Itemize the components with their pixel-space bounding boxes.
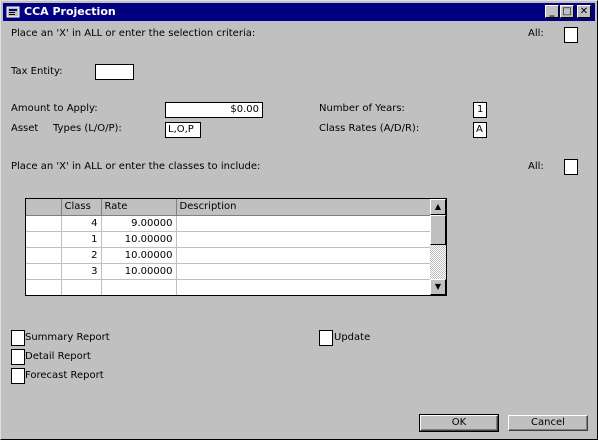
- asset-types-label: Types (L/O/P):: [53, 123, 122, 134]
- maximize-button[interactable]: □: [560, 5, 574, 18]
- amount-field[interactable]: $0.00: [165, 102, 263, 118]
- window-title: CCA Projection: [24, 5, 116, 18]
- classes-all-label: All:: [528, 161, 544, 172]
- arrow-up-icon: ▲: [434, 202, 442, 211]
- row-selector[interactable]: [26, 279, 62, 295]
- ok-button[interactable]: OK: [419, 414, 499, 432]
- row-selector[interactable]: [26, 263, 62, 280]
- class-cell[interactable]: 1: [61, 231, 102, 248]
- class-rates-label: Class Rates (A/D/R):: [319, 123, 420, 134]
- minimize-button[interactable]: _: [545, 5, 559, 18]
- class-column-header[interactable]: Class: [61, 199, 102, 216]
- forecast-report-label[interactable]: Forecast Report: [25, 370, 104, 381]
- years-field[interactable]: 1: [473, 102, 487, 118]
- table-row[interactable]: 3 10.00000: [26, 263, 431, 280]
- table-row[interactable]: 2 10.00000: [26, 247, 431, 264]
- asset-types-field[interactable]: L,O,P: [165, 122, 201, 138]
- table-row[interactable]: 4 9.00000: [26, 215, 431, 232]
- grid-vertical-scrollbar[interactable]: ▲ ▼: [430, 199, 446, 295]
- years-label: Number of Years:: [319, 103, 405, 114]
- class-rates-field[interactable]: A: [473, 122, 487, 138]
- detail-report-label[interactable]: Detail Report: [25, 351, 91, 362]
- app-icon: [6, 6, 20, 18]
- table-row[interactable]: [26, 279, 431, 295]
- close-icon: ✕: [579, 6, 589, 17]
- selection-all-label: All:: [528, 28, 544, 39]
- selection-prompt: Place an 'X' in ALL or enter the selecti…: [11, 28, 256, 39]
- tax-entity-label: Tax Entity:: [11, 66, 63, 77]
- description-cell[interactable]: [176, 215, 431, 232]
- update-label[interactable]: Update: [334, 332, 370, 343]
- description-cell[interactable]: [176, 231, 431, 248]
- classes-all-checkbox[interactable]: [564, 159, 578, 175]
- description-cell[interactable]: [176, 247, 431, 264]
- class-cell[interactable]: [61, 279, 102, 295]
- row-selector[interactable]: [26, 231, 62, 248]
- selection-all-checkbox[interactable]: [564, 27, 578, 43]
- rate-cell[interactable]: [101, 279, 177, 295]
- close-button[interactable]: ✕: [577, 5, 591, 18]
- title-bar[interactable]: CCA Projection _ □ ✕: [3, 3, 595, 21]
- rate-cell[interactable]: 10.00000: [101, 247, 177, 264]
- summary-report-checkbox[interactable]: [11, 330, 25, 346]
- minimize-icon: _: [549, 6, 555, 17]
- class-cell[interactable]: 3: [61, 263, 102, 280]
- tax-entity-field[interactable]: [95, 64, 134, 80]
- classes-grid[interactable]: Class Rate Description 4 9.00000 1 10.00…: [25, 198, 447, 296]
- description-cell[interactable]: [176, 279, 431, 295]
- row-selector[interactable]: [26, 215, 62, 232]
- description-cell[interactable]: [176, 263, 431, 280]
- scroll-up-button[interactable]: ▲: [430, 199, 446, 215]
- classes-prompt: Place an 'X' in ALL or enter the classes…: [11, 161, 261, 172]
- row-selector-header: [26, 199, 62, 216]
- rate-cell[interactable]: 10.00000: [101, 263, 177, 280]
- arrow-down-icon: ▼: [434, 282, 442, 291]
- rate-cell[interactable]: 9.00000: [101, 215, 177, 232]
- scroll-down-button[interactable]: ▼: [430, 279, 446, 295]
- maximize-icon: □: [562, 6, 572, 17]
- scroll-thumb[interactable]: [430, 215, 446, 245]
- detail-report-checkbox[interactable]: [11, 349, 25, 365]
- rate-column-header[interactable]: Rate: [101, 199, 177, 216]
- classes-table: Class Rate Description 4 9.00000 1 10.00…: [26, 199, 431, 295]
- summary-report-label[interactable]: Summary Report: [25, 332, 110, 343]
- row-selector[interactable]: [26, 247, 62, 264]
- grid-header-row: Class Rate Description: [26, 199, 431, 216]
- update-checkbox[interactable]: [319, 330, 333, 346]
- scroll-track[interactable]: [430, 245, 446, 279]
- forecast-report-checkbox[interactable]: [11, 368, 25, 384]
- cca-projection-window: CCA Projection _ □ ✕ Place an 'X' in ALL…: [0, 0, 598, 440]
- class-cell[interactable]: 4: [61, 215, 102, 232]
- class-cell[interactable]: 2: [61, 247, 102, 264]
- asset-label: Asset: [11, 123, 39, 134]
- description-column-header[interactable]: Description: [176, 199, 431, 216]
- table-row[interactable]: 1 10.00000: [26, 231, 431, 248]
- amount-label: Amount to Apply:: [11, 103, 98, 114]
- cancel-button[interactable]: Cancel: [508, 415, 588, 431]
- rate-cell[interactable]: 10.00000: [101, 231, 177, 248]
